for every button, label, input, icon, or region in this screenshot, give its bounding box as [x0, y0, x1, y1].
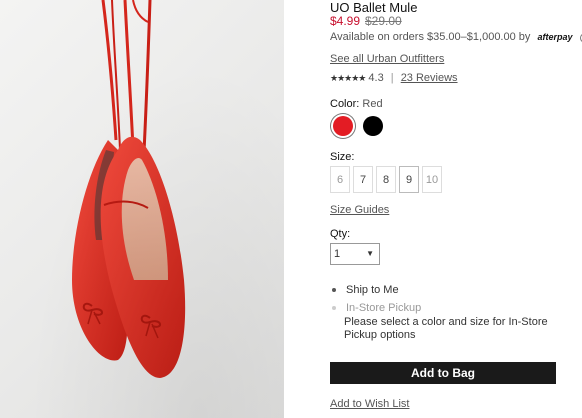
rating-separator: |: [390, 72, 394, 84]
selected-color: Red: [362, 98, 383, 110]
ship-radio[interactable]: [332, 288, 336, 292]
ship-to-me-label[interactable]: Ship to Me: [346, 284, 399, 296]
color-label-text: Color:: [330, 98, 360, 110]
size-option-10[interactable]: 10: [422, 166, 442, 193]
rating-stars-icon: ★★★★★: [330, 73, 366, 83]
color-swatch-red[interactable]: [333, 116, 353, 136]
add-to-wish-list-link[interactable]: Add to Wish List: [330, 398, 409, 410]
product-title: UO Ballet Mule: [330, 0, 418, 15]
size-option-7[interactable]: 7: [353, 166, 373, 193]
sale-price: $4.99: [330, 14, 361, 28]
size-guides-link[interactable]: Size Guides: [330, 204, 389, 216]
size-option-6[interactable]: 6: [330, 166, 350, 193]
pickup-note: Please select a color and size for In-St…: [344, 316, 548, 341]
pickup-radio[interactable]: [332, 306, 336, 310]
size-option-8[interactable]: 8: [376, 166, 396, 193]
rating-value: 4.3: [368, 72, 384, 84]
reviews-link[interactable]: 23 Reviews: [401, 72, 458, 84]
afterpay-text: Available on orders $35.00–$1,000.00 by: [330, 31, 531, 43]
product-image[interactable]: [0, 0, 284, 418]
afterpay-logo: afterpay: [537, 32, 573, 42]
add-to-bag-button[interactable]: Add to Bag: [330, 362, 556, 384]
color-label: Color: Red: [330, 98, 383, 110]
afterpay-row: Available on orders $35.00–$1,000.00 by …: [330, 31, 582, 43]
size-option-9[interactable]: 9: [399, 166, 419, 193]
see-all-brand-link[interactable]: See all Urban Outfitters: [330, 53, 444, 65]
color-swatch-black[interactable]: [363, 116, 383, 136]
qty-value: 1: [334, 248, 341, 260]
rating-row: ★★★★★ 4.3 | 23 Reviews: [330, 72, 458, 84]
original-price: $29.00: [365, 14, 402, 28]
qty-select[interactable]: 1 ▼: [330, 243, 380, 265]
size-label: Size:: [330, 151, 355, 163]
chevron-down-icon: ▼: [366, 249, 374, 258]
qty-label: Qty:: [330, 228, 351, 240]
image-shading: [0, 0, 284, 418]
in-store-pickup-label[interactable]: In-Store Pickup: [346, 302, 421, 314]
